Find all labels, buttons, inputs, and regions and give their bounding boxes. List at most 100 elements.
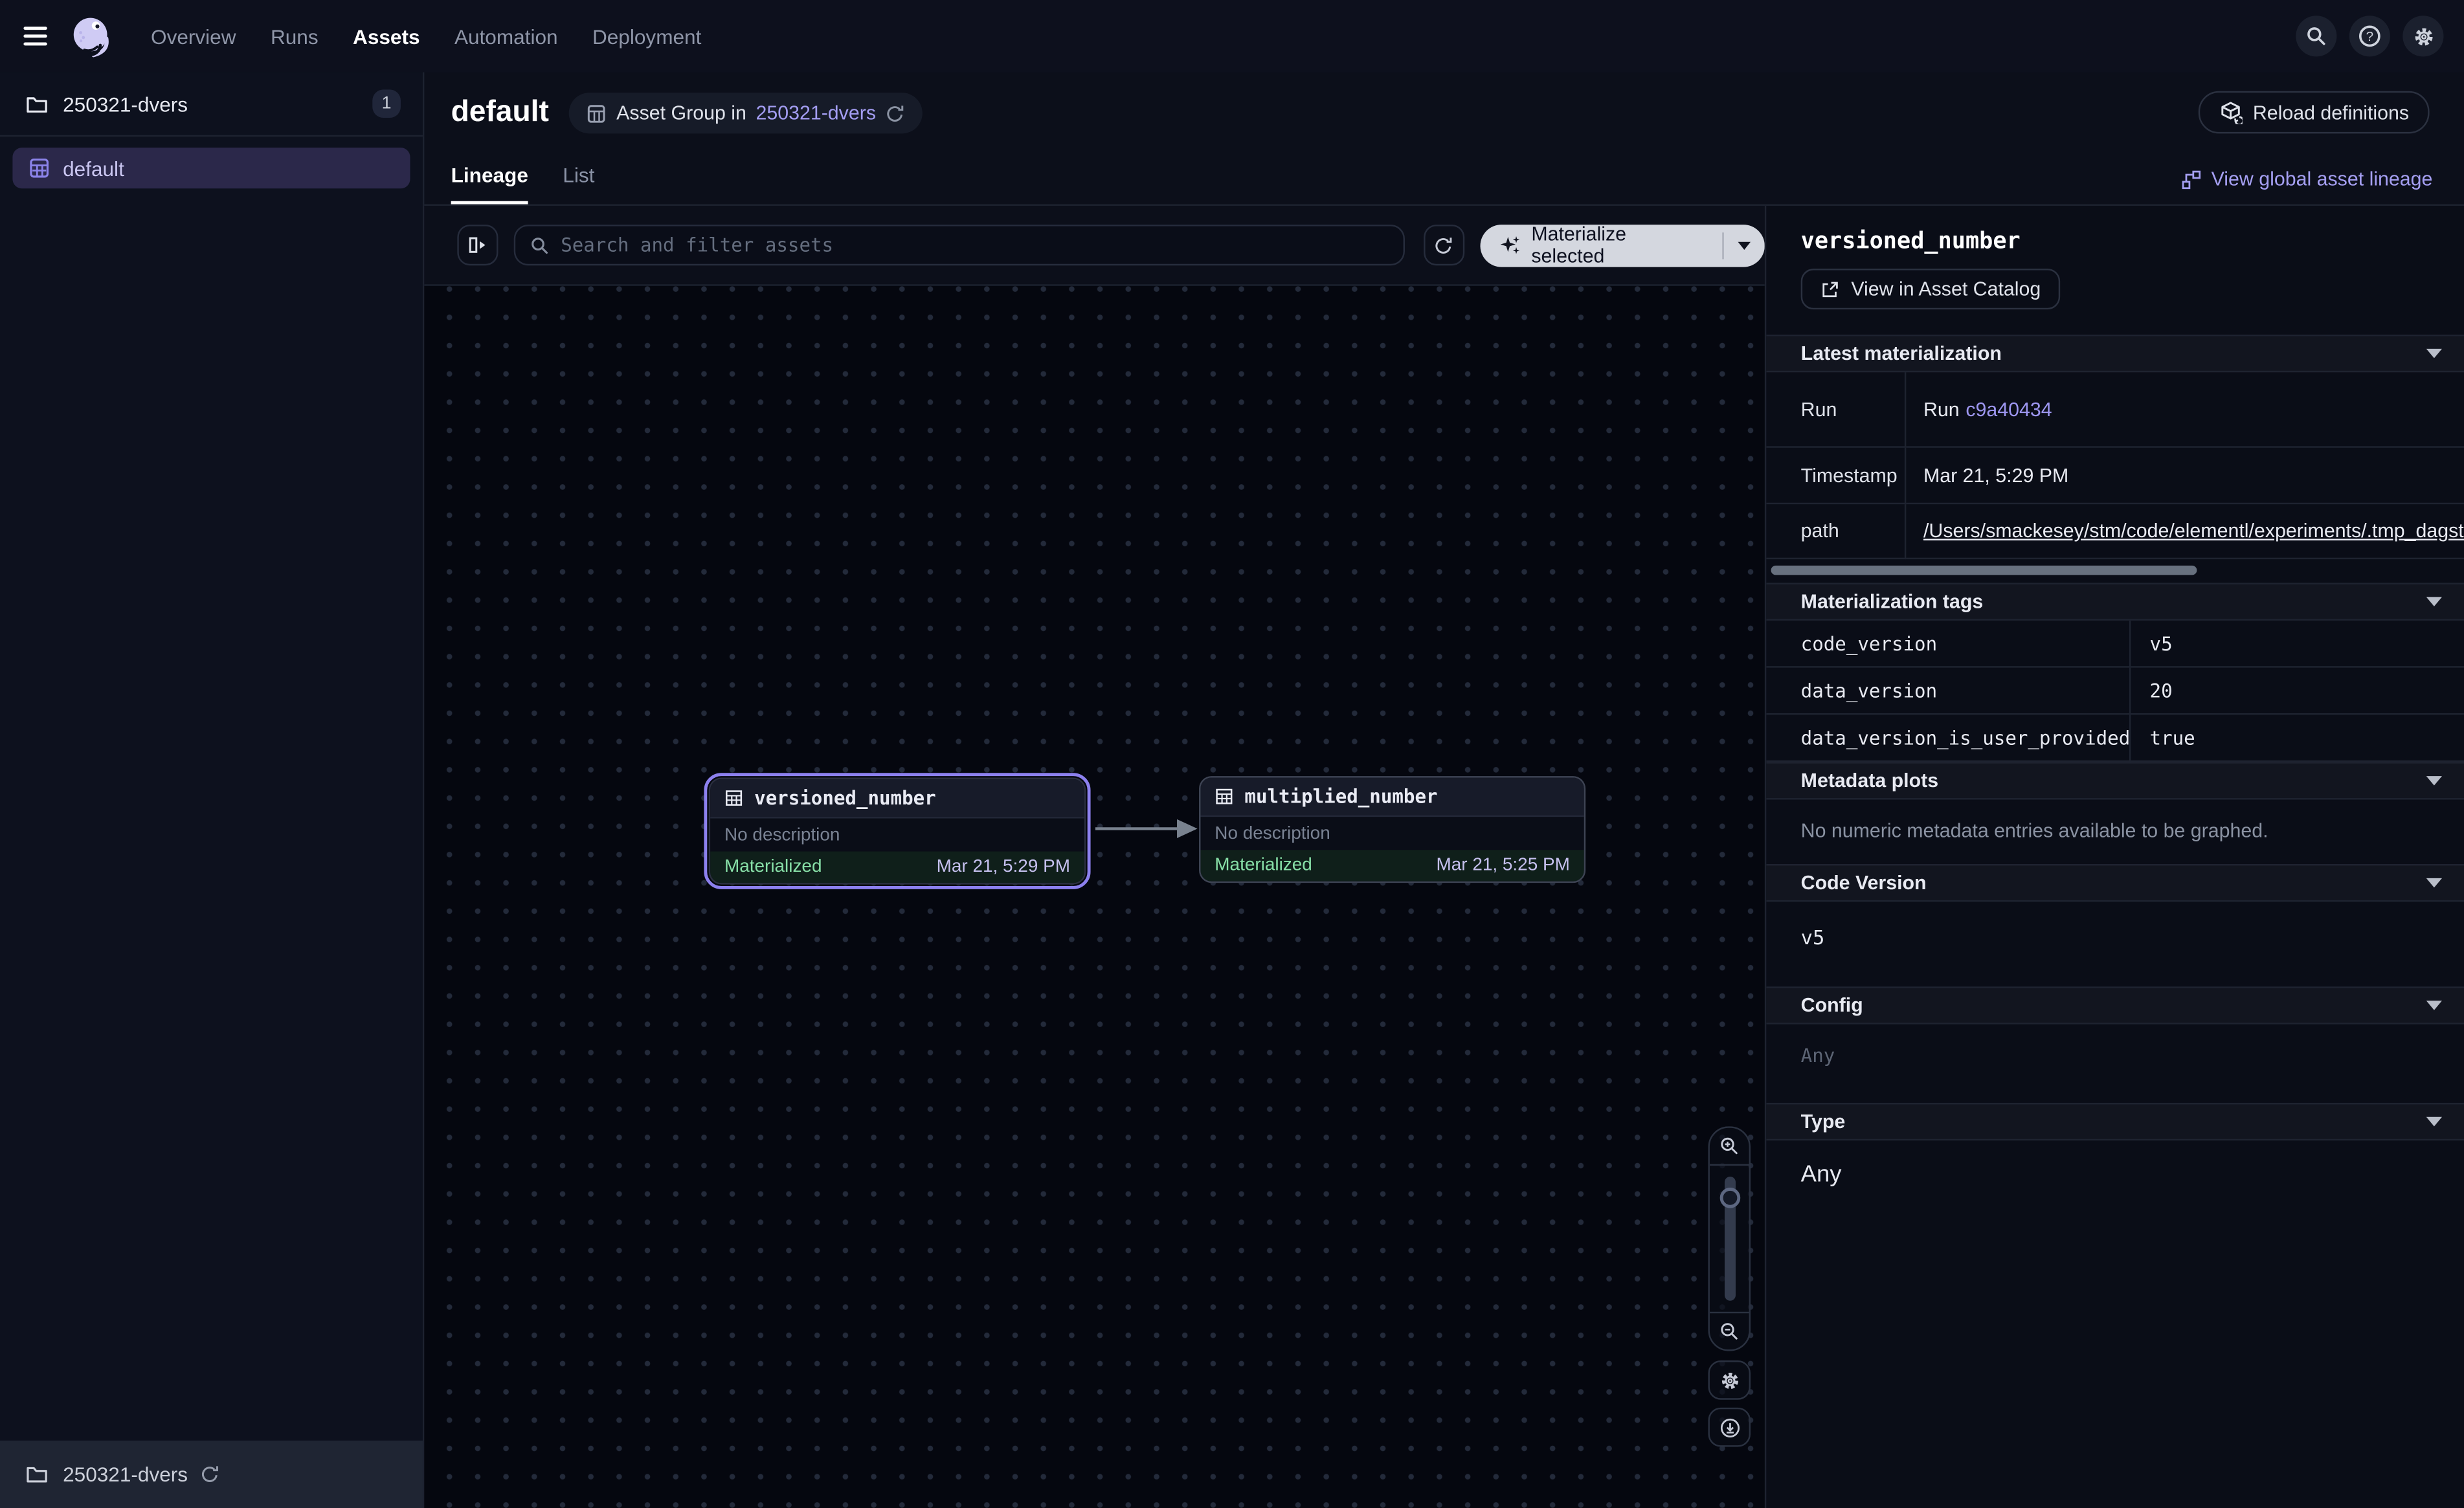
open-panel-icon: [467, 234, 489, 256]
row-key: path: [1766, 504, 1906, 559]
tag-key: code_version: [1766, 621, 2131, 668]
tab-lineage[interactable]: Lineage: [451, 163, 528, 204]
footer-repo-label: 250321-dvers: [63, 1463, 188, 1486]
table-icon: [724, 788, 743, 807]
row-key: Run: [1766, 372, 1906, 448]
materialize-selected-label: Materialize selected: [1531, 223, 1703, 267]
panel-asset-title: versioned_number: [1766, 206, 2464, 254]
help-icon: ?: [2357, 23, 2382, 49]
asset-group-badge-text: Asset Group in: [616, 102, 746, 124]
graph-settings-button[interactable]: [1708, 1360, 1751, 1400]
asset-node-versioned-number[interactable]: versioned_number No description Material…: [704, 773, 1090, 889]
search-button[interactable]: [2296, 16, 2336, 56]
section-code-version[interactable]: Code Version: [1766, 864, 2464, 902]
top-nav: Overview Runs Assets Automation Deployme…: [0, 0, 2464, 72]
tag-value: 20: [2131, 668, 2464, 715]
chevron-down-icon: [2426, 349, 2442, 359]
section-latest-materialization[interactable]: Latest materialization: [1766, 335, 2464, 372]
open-panel-button[interactable]: [457, 225, 498, 265]
dagster-logo[interactable]: [67, 12, 116, 60]
tabs: Lineage List: [451, 163, 595, 204]
sidebar-item-label: default: [63, 157, 124, 180]
chevron-down-icon: [1738, 241, 1751, 249]
materialize-dropdown-button[interactable]: [1723, 232, 1765, 258]
asset-node-timestamp: Mar 21, 5:25 PM: [1437, 856, 1570, 875]
sidebar-footer: 250321-dvers: [0, 1441, 423, 1508]
sparkle-icon: [1499, 234, 1521, 256]
metadata-plots-empty-text: No numeric metadata entries available to…: [1766, 799, 2464, 864]
run-id-link[interactable]: c9a40434: [1966, 398, 2052, 420]
folder-icon: [25, 92, 49, 115]
download-icon: [1718, 1416, 1740, 1438]
search-icon: [530, 235, 550, 256]
page-title: default: [451, 96, 549, 130]
nav-links: Overview Runs Assets Automation Deployme…: [151, 25, 701, 48]
zoom-out-button[interactable]: [1710, 1312, 1749, 1349]
panel-horizontal-scrollbar[interactable]: [1771, 566, 2197, 575]
refresh-icon[interactable]: [886, 103, 906, 124]
section-label: Config: [1801, 994, 1863, 1016]
sidebar-divider: [0, 135, 423, 137]
asset-node-multiplied-number[interactable]: multiplied_number No description Materia…: [1199, 776, 1585, 883]
section-metadata-plots[interactable]: Metadata plots: [1766, 762, 2464, 799]
section-type[interactable]: Type: [1766, 1103, 2464, 1140]
sidebar-group-row[interactable]: 250321-dvers 1: [0, 72, 423, 135]
sidebar-group-label: 250321-dvers: [63, 92, 188, 115]
external-link-icon: [1820, 279, 1841, 300]
download-graph-button[interactable]: [1708, 1408, 1751, 1447]
reload-definitions-button[interactable]: Reload definitions: [2198, 91, 2430, 134]
tag-key: data_version_is_user_provided: [1766, 715, 2131, 762]
nav-item-deployment[interactable]: Deployment: [592, 25, 701, 48]
settings-button[interactable]: [2402, 16, 2443, 56]
chevron-down-icon: [2426, 776, 2442, 786]
section-label: Code Version: [1801, 872, 1927, 894]
sidebar: 250321-dvers 1 default 250321-dvers: [0, 72, 424, 1508]
asset-group-badge: Asset Group in 250321-dvers: [569, 93, 923, 133]
materialize-selected-button[interactable]: Materialize selected: [1479, 223, 1722, 267]
materialization-tags-table: code_version v5 data_version 20 data_ver…: [1766, 621, 2464, 762]
section-label: Materialization tags: [1801, 591, 1984, 613]
zoom-in-button[interactable]: [1710, 1128, 1749, 1166]
asset-group-icon: [587, 103, 607, 124]
path-link[interactable]: /Users/smackesey/stm/code/elementl/exper…: [1923, 520, 2464, 542]
tag-value: v5: [2131, 621, 2464, 668]
refresh-graph-button[interactable]: [1423, 225, 1464, 265]
latest-materialization-table: Run Run c9a40434 Timestamp Mar 21, 5:29 …: [1766, 372, 2464, 559]
section-label: Type: [1801, 1111, 1846, 1133]
config-value: Any: [1766, 1025, 2464, 1103]
help-button[interactable]: ?: [2349, 16, 2390, 56]
zoom-controls: [1708, 1126, 1751, 1447]
chevron-down-icon: [2426, 1001, 2442, 1010]
section-config[interactable]: Config: [1766, 986, 2464, 1024]
view-in-asset-catalog-label: View in Asset Catalog: [1851, 278, 2041, 300]
nav-actions: ?: [2296, 16, 2443, 56]
sidebar-item-default[interactable]: default: [12, 148, 410, 188]
asset-node-name: versioned_number: [754, 787, 936, 809]
asset-group-badge-link[interactable]: 250321-dvers: [756, 102, 876, 124]
nav-item-automation[interactable]: Automation: [454, 25, 558, 48]
search-input[interactable]: [561, 234, 1389, 256]
nav-item-overview[interactable]: Overview: [151, 25, 236, 48]
footer-refresh-button[interactable]: [199, 1464, 219, 1485]
tab-list[interactable]: List: [563, 163, 594, 204]
type-value: Any: [1766, 1140, 2464, 1188]
lineage-graph-canvas[interactable]: versioned_number No description Material…: [424, 286, 1764, 1508]
chevron-down-icon: [2426, 597, 2442, 606]
asset-node-name: multiplied_number: [1244, 786, 1437, 808]
asset-detail-panel: versioned_number View in Asset Catalog L…: [1765, 206, 2464, 1508]
folder-icon: [25, 1463, 49, 1486]
view-in-asset-catalog-button[interactable]: View in Asset Catalog: [1801, 269, 2060, 309]
zoom-slider-handle[interactable]: [1719, 1188, 1740, 1208]
view-global-asset-lineage-link[interactable]: View global asset lineage: [2181, 168, 2432, 190]
sidebar-group-count: 1: [372, 89, 401, 118]
nav-item-runs[interactable]: Runs: [271, 25, 319, 48]
asset-group-icon: [28, 157, 50, 179]
nav-item-assets[interactable]: Assets: [353, 25, 420, 48]
reload-definitions-label: Reload definitions: [2253, 102, 2409, 124]
asset-node-status: Materialized: [724, 858, 822, 876]
section-materialization-tags[interactable]: Materialization tags: [1766, 583, 2464, 621]
menu-icon[interactable]: [23, 27, 47, 45]
chevron-down-icon: [2426, 878, 2442, 888]
search-icon: [2305, 25, 2327, 47]
zoom-in-icon: [1719, 1136, 1740, 1157]
